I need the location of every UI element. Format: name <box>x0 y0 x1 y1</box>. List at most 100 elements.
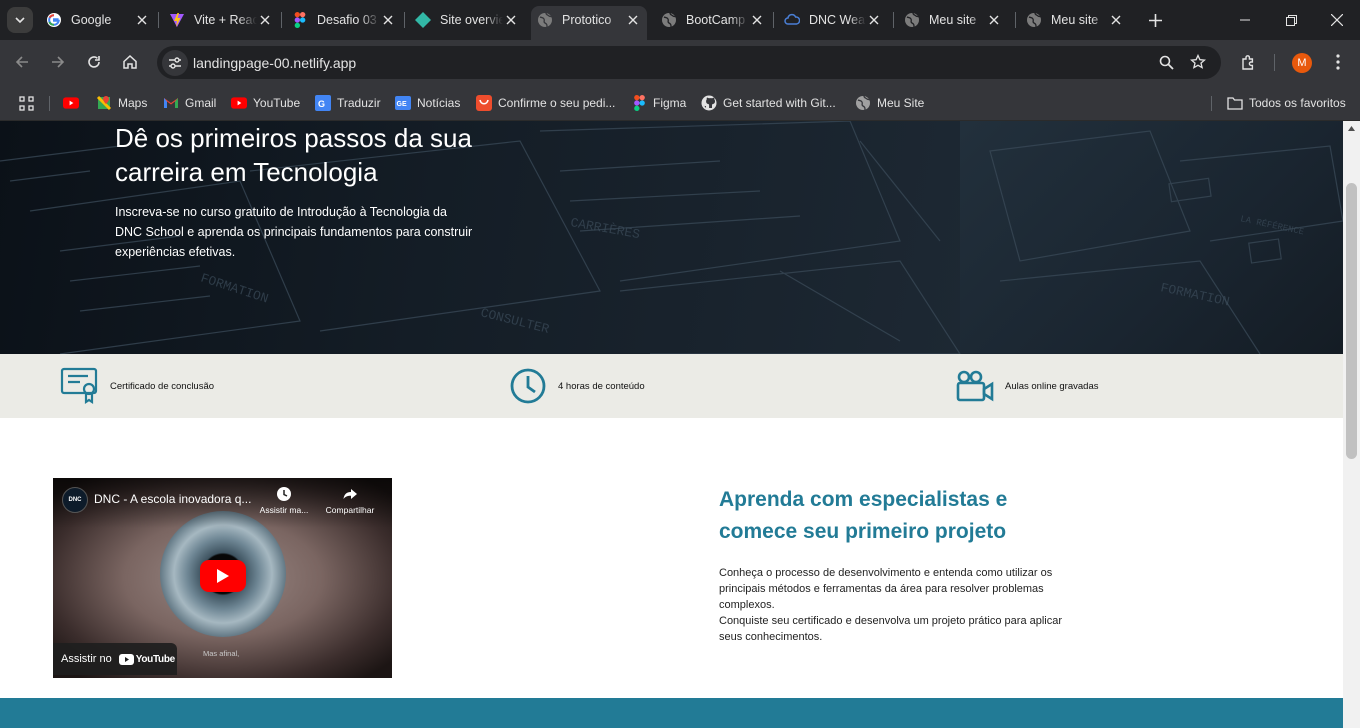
minimize-button[interactable] <box>1222 0 1268 40</box>
next-section-band <box>0 698 1343 728</box>
bookmark-figma[interactable]: Figma <box>631 92 686 114</box>
tab-title: Google <box>71 13 112 27</box>
all-bookmarks-button[interactable]: Todos os favoritos <box>1227 92 1346 114</box>
chevron-down-icon <box>15 17 25 24</box>
more-vertical-icon <box>1336 54 1340 70</box>
bookmark-traduzir[interactable]: G Traduzir <box>315 92 381 114</box>
home-button[interactable] <box>116 48 144 76</box>
reload-button[interactable] <box>80 48 108 76</box>
page-viewport: CARRIÈRES FORMATION CONSULTER FORMATION … <box>0 121 1343 728</box>
tab-figma[interactable]: Desafio 03 <box>286 6 402 34</box>
svg-text:CONSULTER: CONSULTER <box>479 305 551 337</box>
bookmark-star-button[interactable] <box>1184 48 1212 76</box>
tab-title: Desafio 03 <box>317 13 377 27</box>
tune-icon <box>169 57 181 69</box>
globe-icon <box>855 95 871 111</box>
watch-on-youtube-button[interactable]: Assistir no YouTube <box>53 643 177 675</box>
scroll-up-arrow-icon[interactable] <box>1348 126 1355 131</box>
translate-icon: G <box>315 95 331 111</box>
browser-toolbar: landingpage-00.netlify.app <box>0 40 1360 85</box>
bookmark-youtube[interactable]: YouTube <box>231 92 300 114</box>
tab-bootcamp[interactable]: BootCamp <box>655 6 771 34</box>
magnifier-icon <box>1159 55 1174 70</box>
forward-button[interactable] <box>44 48 72 76</box>
bookmark-pedido[interactable]: Confirme o seu pedi... <box>476 92 615 114</box>
page-scrollbar[interactable] <box>1343 121 1360 728</box>
clock-icon <box>256 486 312 502</box>
close-icon[interactable] <box>1108 12 1124 28</box>
channel-avatar[interactable]: DNC <box>62 487 88 513</box>
restore-button[interactable] <box>1268 0 1314 40</box>
close-icon[interactable] <box>380 12 396 28</box>
youtube-embed[interactable]: DNC DNC - A escola inovadora q... Assist… <box>53 478 392 678</box>
watch-on-label: Assistir no <box>61 653 112 665</box>
learn-body: Conheça o processo de desenvolvimento e … <box>719 567 1063 643</box>
back-button[interactable] <box>8 48 36 76</box>
tab-meu-site-2[interactable]: Meu site <box>1020 6 1130 34</box>
url-text[interactable]: landingpage-00.netlify.app <box>193 55 356 71</box>
certificate-icon <box>60 366 100 406</box>
gmail-icon <box>163 95 179 111</box>
close-icon[interactable] <box>866 12 882 28</box>
restore-icon <box>1285 14 1297 26</box>
tab-search-button[interactable] <box>7 7 33 33</box>
watch-later-button[interactable]: Assistir ma... <box>256 486 312 515</box>
shop-icon <box>476 95 492 111</box>
scrollbar-thumb[interactable] <box>1346 183 1357 459</box>
bookmark-youtube-icon-only[interactable] <box>63 92 85 114</box>
svg-text:LA RÉFÉRENCE: LA RÉFÉRENCE <box>1239 213 1305 237</box>
close-window-button[interactable] <box>1314 0 1360 40</box>
share-arrow-icon <box>322 486 378 502</box>
feature-label: Certificado de conclusão <box>110 380 215 392</box>
extensions-button[interactable] <box>1234 48 1262 76</box>
address-bar[interactable]: landingpage-00.netlify.app <box>157 46 1221 79</box>
svg-text:FORMATION: FORMATION <box>1159 280 1231 309</box>
tab-prototico[interactable]: Prototico <box>531 6 647 40</box>
close-icon[interactable] <box>625 12 641 28</box>
youtube-icon <box>63 95 79 111</box>
github-icon <box>701 95 717 111</box>
tab-vite[interactable]: Vite + React <box>163 6 279 34</box>
tab-title: BootCamp <box>686 13 746 27</box>
youtube-wordmark: YouTube <box>135 653 176 665</box>
bookmark-noticias[interactable]: GE Notícias <box>395 92 460 114</box>
new-tab-button[interactable] <box>1143 8 1167 32</box>
share-label: Compartilhar <box>325 505 375 515</box>
close-icon[interactable] <box>134 12 150 28</box>
hero-section: CARRIÈRES FORMATION CONSULTER FORMATION … <box>0 121 1343 354</box>
svg-text:CARRIÈRES: CARRIÈRES <box>569 215 641 242</box>
tab-title: DNC Weather <box>809 13 866 27</box>
bookmark-maps[interactable]: Maps <box>96 92 147 114</box>
feature-label: 4 horas de conteúdo <box>558 380 645 392</box>
close-icon[interactable] <box>749 12 765 28</box>
globe-icon <box>904 12 920 28</box>
chrome-menu-button[interactable] <box>1324 48 1352 76</box>
tab-meu-site-1[interactable]: Meu site <box>898 6 1008 34</box>
bookmark-github[interactable]: Get started with Git... <box>701 92 836 114</box>
close-icon[interactable] <box>257 12 273 28</box>
google-icon <box>46 12 62 28</box>
back-arrow-icon <box>15 56 28 68</box>
zoom-button[interactable] <box>1152 48 1180 76</box>
tab-netlify[interactable]: Site overview <box>409 6 525 34</box>
apps-button[interactable] <box>18 92 40 114</box>
close-icon[interactable] <box>986 12 1002 28</box>
tab-title: Meu site <box>929 13 977 27</box>
share-button[interactable]: Compartilhar <box>322 486 378 515</box>
folder-icon <box>1227 95 1243 111</box>
tab-dnc-weather[interactable]: DNC Weather <box>778 6 888 34</box>
tab-title: Prototico <box>562 13 612 27</box>
learn-heading: Aprenda com especialistas e comece seu p… <box>719 488 1008 543</box>
video-title[interactable]: DNC - A escola inovadora q... <box>94 492 254 506</box>
bookmark-gmail[interactable]: Gmail <box>163 92 216 114</box>
puzzle-icon <box>1241 54 1253 70</box>
bookmark-meu-site[interactable]: Meu Site <box>855 92 924 114</box>
close-icon[interactable] <box>503 12 519 28</box>
watch-later-label: Assistir ma... <box>259 505 309 515</box>
figma-icon <box>292 12 308 28</box>
tab-google[interactable]: Google <box>40 6 156 34</box>
play-button[interactable] <box>200 560 246 592</box>
site-info-button[interactable] <box>162 50 188 76</box>
reload-icon <box>88 56 100 68</box>
profile-avatar[interactable]: M <box>1292 53 1312 73</box>
